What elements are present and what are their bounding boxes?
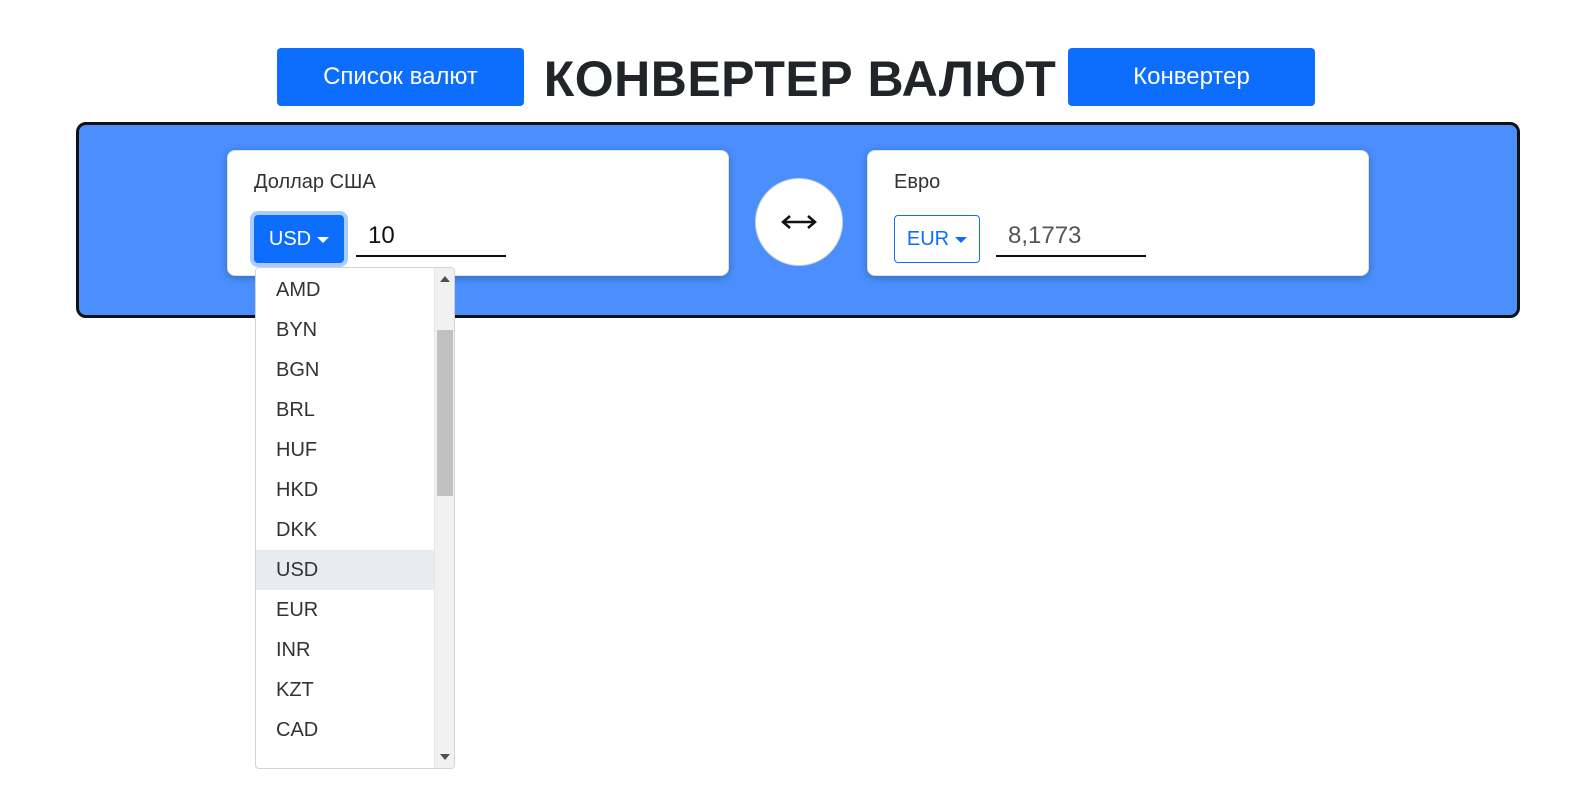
currency-option[interactable]: EUR — [256, 590, 434, 630]
currency-list-button[interactable]: Список валют — [277, 48, 524, 106]
currency-dropdown-menu[interactable]: AMD BYN BGN BRL HUF HKD DKK USD EUR INR … — [255, 267, 455, 769]
from-currency-dropdown-button[interactable]: USD — [254, 215, 344, 263]
currency-option[interactable]: BYN — [256, 310, 434, 350]
to-currency-code: EUR — [906, 227, 950, 250]
currency-option[interactable]: BGN — [256, 350, 434, 390]
caret-down-icon — [955, 237, 968, 243]
scroll-down-arrow-icon[interactable] — [440, 754, 450, 760]
currency-option[interactable]: HUF — [256, 430, 434, 470]
currency-option-selected[interactable]: USD — [256, 550, 434, 590]
to-currency-card: Евро EUR — [867, 150, 1369, 276]
from-currency-card: Доллар США USD — [227, 150, 729, 276]
converter-button[interactable]: Конвертер — [1068, 48, 1315, 106]
from-amount-input[interactable] — [356, 217, 506, 257]
currency-option[interactable]: BRL — [256, 390, 434, 430]
currency-converter-page: Список валют КОНВЕРТЕР ВАЛЮТ Конвертер Д… — [0, 0, 1590, 801]
scrollbar-thumb[interactable] — [437, 330, 453, 496]
dropdown-scrollbar[interactable] — [434, 268, 454, 768]
swap-currencies-button[interactable] — [755, 178, 843, 266]
page-title: КОНВЕРТЕР ВАЛЮТ — [543, 51, 1057, 107]
currency-options-list: AMD BYN BGN BRL HUF HKD DKK USD EUR INR … — [256, 268, 434, 750]
caret-down-icon — [317, 237, 330, 243]
to-amount-output[interactable] — [996, 217, 1146, 257]
from-currency-name: Доллар США — [254, 171, 376, 193]
currency-option[interactable]: INR — [256, 630, 434, 670]
currency-option[interactable]: CAD — [256, 710, 434, 750]
to-currency-dropdown-button[interactable]: EUR — [894, 215, 980, 263]
currency-option[interactable]: HKD — [256, 470, 434, 510]
double-arrow-horizontal-icon — [781, 215, 817, 229]
from-currency-code: USD — [268, 227, 312, 250]
to-currency-name: Евро — [894, 171, 941, 193]
currency-option[interactable]: AMD — [256, 270, 434, 310]
scroll-up-arrow-icon[interactable] — [440, 276, 450, 282]
currency-option[interactable]: KZT — [256, 670, 434, 710]
currency-option[interactable]: DKK — [256, 510, 434, 550]
